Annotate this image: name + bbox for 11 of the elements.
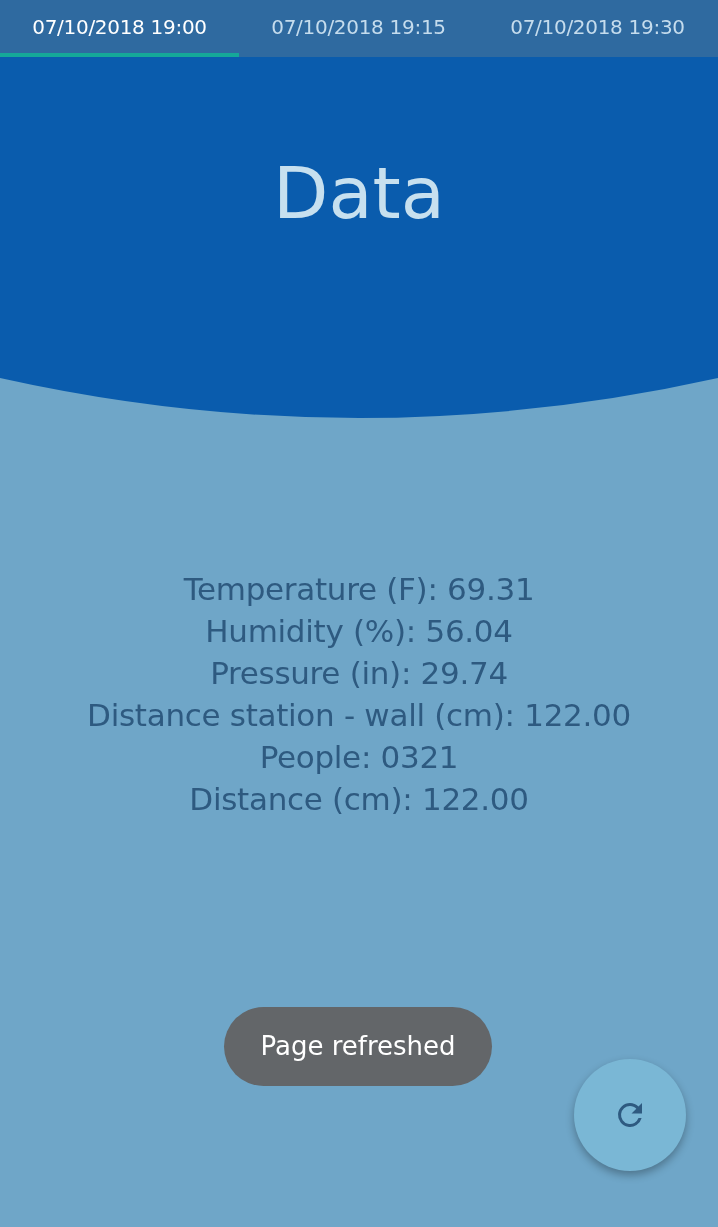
reading-text: Distance (cm): 122.00 xyxy=(189,781,529,817)
reading-text: Distance station - wall (cm): 122.00 xyxy=(87,697,631,733)
page-title: Data xyxy=(272,150,446,233)
toast-message: Page refreshed xyxy=(224,1007,492,1086)
refresh-button[interactable] xyxy=(574,1059,686,1171)
reading-text: People: 0321 xyxy=(259,739,459,775)
reading-text: Humidity (%): 56.04 xyxy=(205,613,513,649)
date-tab[interactable]: 07/10/2018 19:30 xyxy=(478,0,717,57)
reading-text: Temperature (F): 69.31 xyxy=(183,571,535,607)
reading-text: Pressure (in): 29.74 xyxy=(210,655,508,691)
date-tab[interactable]: 07/10/2018 19:15 xyxy=(239,0,478,57)
